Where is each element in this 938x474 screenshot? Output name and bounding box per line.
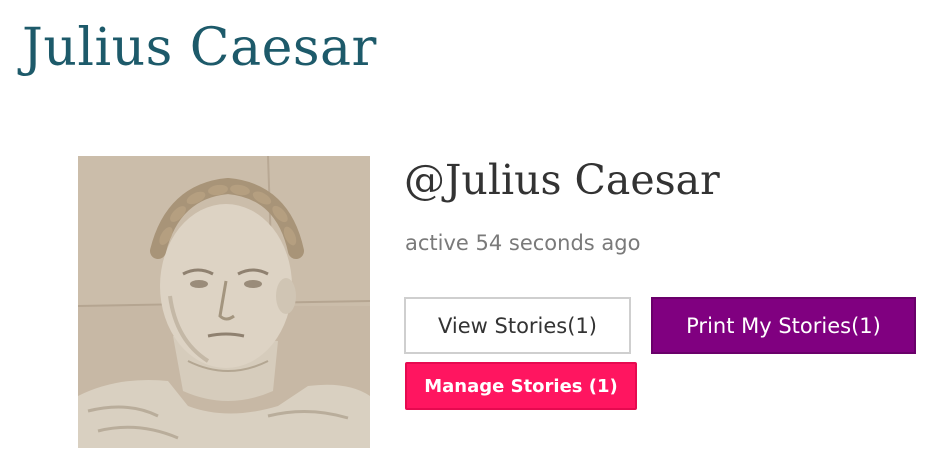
last-active-status: active 54 seconds ago [405,231,641,255]
view-stories-button[interactable]: View Stories(1) [404,297,631,354]
profile-username: @Julius Caesar [404,156,720,204]
avatar[interactable] [78,156,370,448]
bust-portrait-image [78,156,370,448]
manage-stories-button[interactable]: Manage Stories (1) [405,362,637,410]
print-my-stories-button[interactable]: Print My Stories(1) [651,297,916,354]
page-title: Julius Caesar [22,18,377,78]
